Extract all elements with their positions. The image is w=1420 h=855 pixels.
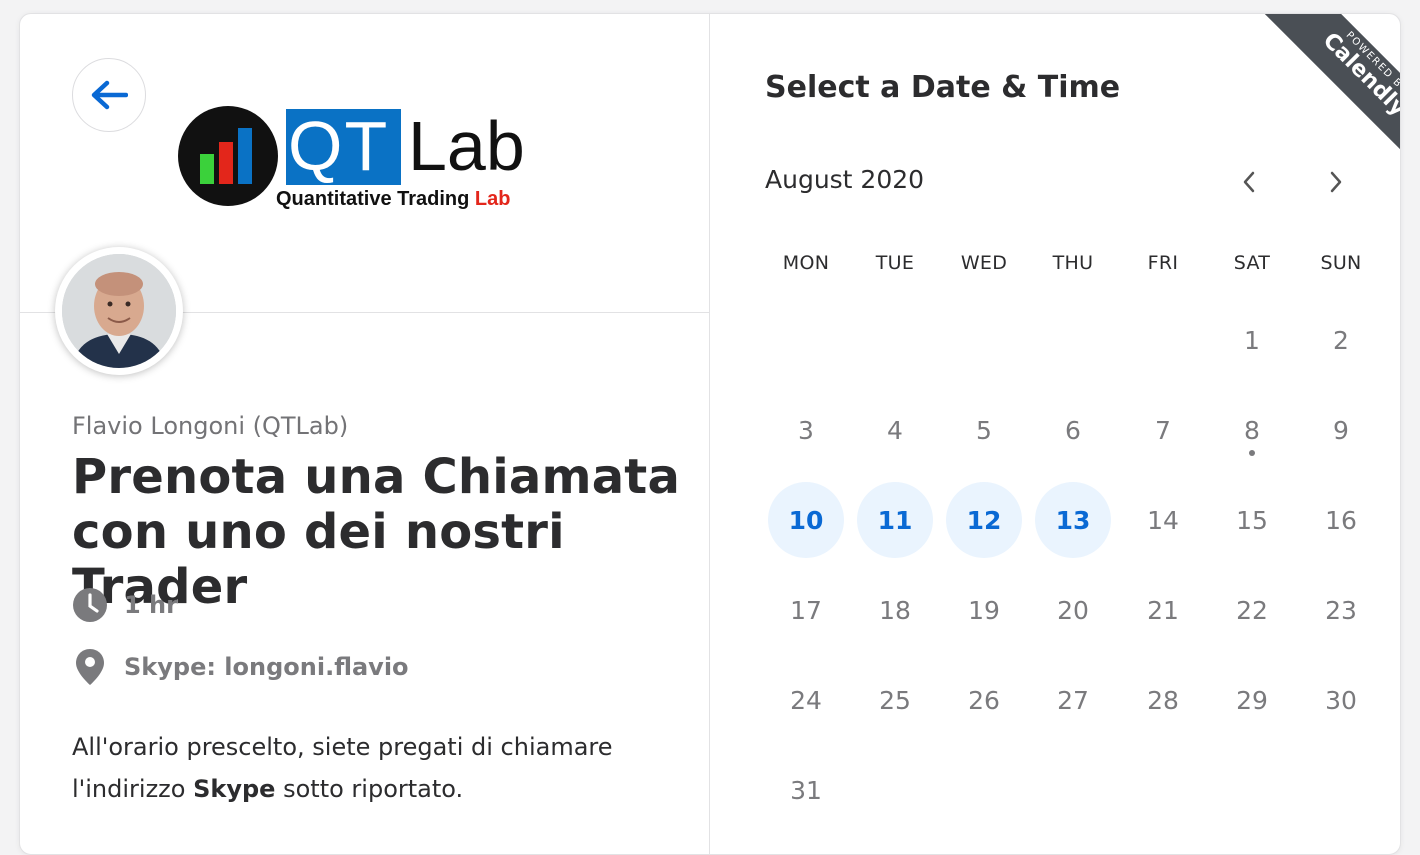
avatar	[55, 247, 183, 375]
day-30: 30	[1325, 685, 1357, 715]
month-label: August 2020	[765, 165, 925, 194]
day-14: 14	[1147, 505, 1179, 535]
clock-icon	[72, 587, 108, 623]
logo-lab: Lab	[408, 107, 525, 185]
day-21: 21	[1147, 595, 1179, 625]
day-20: 20	[1057, 595, 1089, 625]
day-2: 2	[1333, 325, 1349, 355]
logo-tagline: Quantitative Trading Lab	[276, 188, 510, 211]
weekday-fri: FRI	[1147, 252, 1179, 274]
day-9: 9	[1333, 415, 1349, 445]
day-5: 5	[976, 415, 992, 445]
day-27: 27	[1057, 685, 1089, 715]
day-29: 29	[1236, 685, 1268, 715]
event-details-panel: QT Lab Quantitative Trading Lab Flavio L…	[20, 14, 710, 854]
weekday-sat: SAT	[1233, 252, 1271, 274]
weekday-mon: MON	[782, 252, 830, 274]
day-1: 1	[1244, 325, 1260, 355]
day-button-11[interactable]: 11	[857, 482, 933, 558]
day-28: 28	[1147, 685, 1179, 715]
location-row: Skype: longoni.flavio	[72, 649, 409, 685]
location-text: Skype: longoni.flavio	[124, 653, 409, 681]
day-6: 6	[1065, 415, 1081, 445]
booking-card: QT Lab Quantitative Trading Lab Flavio L…	[19, 13, 1401, 855]
description-part-2: sotto riportato.	[283, 775, 464, 803]
avatar-photo	[62, 254, 176, 368]
day-23: 23	[1325, 595, 1357, 625]
day-15: 15	[1236, 505, 1268, 535]
day-26: 26	[968, 685, 1000, 715]
logo-tagline-accent: Lab	[474, 188, 511, 210]
logo-qt: QT	[288, 107, 390, 185]
day-18: 18	[879, 595, 911, 625]
logo-tagline-main: Quantitative Trading	[276, 188, 470, 210]
powered-by-ribbon[interactable]: POWERED BY Calendly	[1222, 14, 1401, 186]
map-pin-icon	[72, 649, 108, 685]
day-31: 31	[790, 775, 822, 805]
ribbon-brand: Calendly	[1317, 28, 1401, 122]
day-button-12[interactable]: 12	[946, 482, 1022, 558]
event-title-line-1: Prenota una Chiamata	[72, 449, 681, 505]
day-25: 25	[879, 685, 911, 715]
day-24: 24	[790, 685, 822, 715]
host-name: Flavio Longoni (QTLab)	[72, 412, 349, 440]
day-3: 3	[798, 415, 814, 445]
day-17: 17	[790, 595, 822, 625]
day-button-13[interactable]: 13	[1035, 482, 1111, 558]
day-8: 8	[1244, 415, 1260, 445]
calendly-badge: POWERED BY Calendly	[1252, 14, 1401, 186]
duration-row: 1 hr	[72, 587, 178, 623]
day-16: 16	[1325, 505, 1357, 535]
arrow-left-icon	[91, 80, 128, 110]
duration-text: 1 hr	[124, 591, 178, 619]
event-description: All'orario prescelto, siete pregati di c…	[72, 726, 672, 810]
calendar-heading: Select a Date & Time	[765, 70, 1121, 105]
day-4: 4	[887, 415, 903, 445]
description-bold: Skype	[193, 775, 276, 803]
weekday-tue: TUE	[875, 252, 915, 274]
weekday-thu: THU	[1052, 252, 1094, 274]
day-7: 7	[1155, 415, 1171, 445]
weekday-wed: WED	[960, 252, 1008, 274]
day-19: 19	[968, 595, 1000, 625]
back-button[interactable]	[72, 58, 146, 132]
day-button-10[interactable]: 10	[768, 482, 844, 558]
day-22: 22	[1236, 595, 1268, 625]
weekday-sun: SUN	[1320, 252, 1362, 274]
today-indicator	[1249, 450, 1255, 456]
company-logo: QT Lab Quantitative Trading Lab	[178, 104, 548, 214]
